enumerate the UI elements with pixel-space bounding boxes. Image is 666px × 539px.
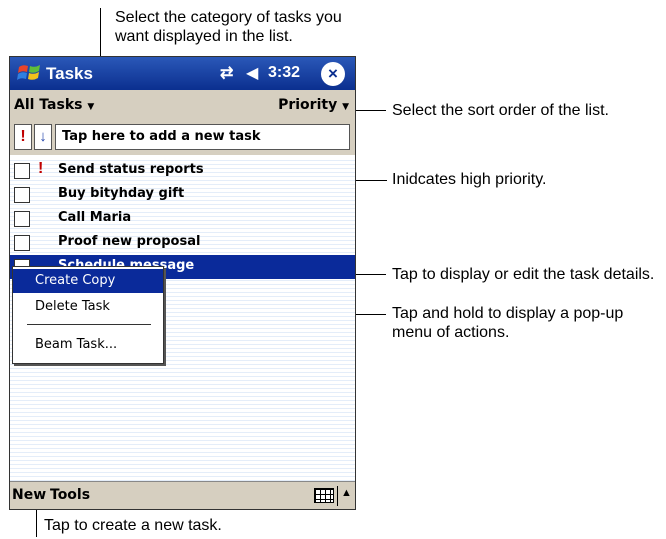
tools-menu[interactable]: Tools [50,487,90,503]
task-row[interactable]: Call Maria [10,207,355,231]
callout-line-sort [352,110,386,111]
task-checkbox[interactable] [14,163,30,179]
annotation-sort: Select the sort order of the list. [392,102,609,119]
task-row[interactable]: Buy bityhday gift [10,183,355,207]
entry-bar: ! ↓ Tap here to add a new task [10,120,355,155]
task-checkbox[interactable] [14,211,30,227]
annotation-details: Tap to display or edit the task details. [392,266,655,283]
app-title: Tasks [46,64,93,83]
device-screen: Tasks ⇄ ◀ 3:32 × All Tasks ▼ Priority ▼ … [9,56,356,510]
chevron-down-icon: ▼ [87,102,95,112]
speaker-icon[interactable]: ◀ [246,63,258,83]
category-dropdown[interactable]: All Tasks ▼ [14,97,94,113]
menu-item-delete-task[interactable]: Delete Task [13,295,163,319]
annotation-new: Tap to create a new task. [44,517,222,534]
task-label: Buy bityhday gift [58,186,185,201]
annotation-category: Select the category of tasks you want di… [115,9,342,45]
sort-label: Priority [278,97,338,113]
new-button[interactable]: New [12,487,46,503]
task-label: Proof new proposal [58,234,201,249]
annotation-popup: Tap and hold to display a pop-up menu of… [392,305,624,341]
annotation-priority: Inidcates high priority. [392,171,547,188]
divider [337,486,338,506]
high-priority-icon: ! [38,160,44,177]
input-panel-arrow-icon[interactable]: ▲ [341,487,352,499]
close-button[interactable]: × [321,62,345,86]
task-row[interactable]: Proof new proposal [10,231,355,255]
menu-item-create-copy[interactable]: Create Copy [13,269,163,293]
context-menu: Create Copy Delete Task Beam Task... [12,266,164,364]
new-task-input[interactable]: Tap here to add a new task [55,124,350,150]
sort-dropdown[interactable]: Priority ▼ [278,97,349,113]
task-checkbox[interactable] [14,235,30,251]
task-row[interactable]: ! Send status reports [10,159,355,183]
keyboard-icon[interactable] [314,488,334,503]
filter-bar: All Tasks ▼ Priority ▼ [10,90,355,120]
task-label: Call Maria [58,210,132,225]
command-bar: New Tools ▲ [10,481,355,509]
menu-item-beam-task[interactable]: Beam Task... [13,333,163,357]
title-bar: Tasks ⇄ ◀ 3:32 × [10,57,355,90]
category-label: All Tasks [14,97,83,113]
chevron-down-icon: ▼ [342,102,349,112]
priority-toggle-button[interactable]: ! [14,124,32,150]
connectivity-icon[interactable]: ⇄ [220,63,233,83]
callout-line-details [352,274,386,275]
clock[interactable]: 3:32 [268,64,300,82]
task-label: Send status reports [58,162,204,177]
menu-separator [27,324,151,325]
task-checkbox[interactable] [14,187,30,203]
low-priority-button[interactable]: ↓ [34,124,52,150]
windows-flag-icon[interactable] [16,61,42,85]
